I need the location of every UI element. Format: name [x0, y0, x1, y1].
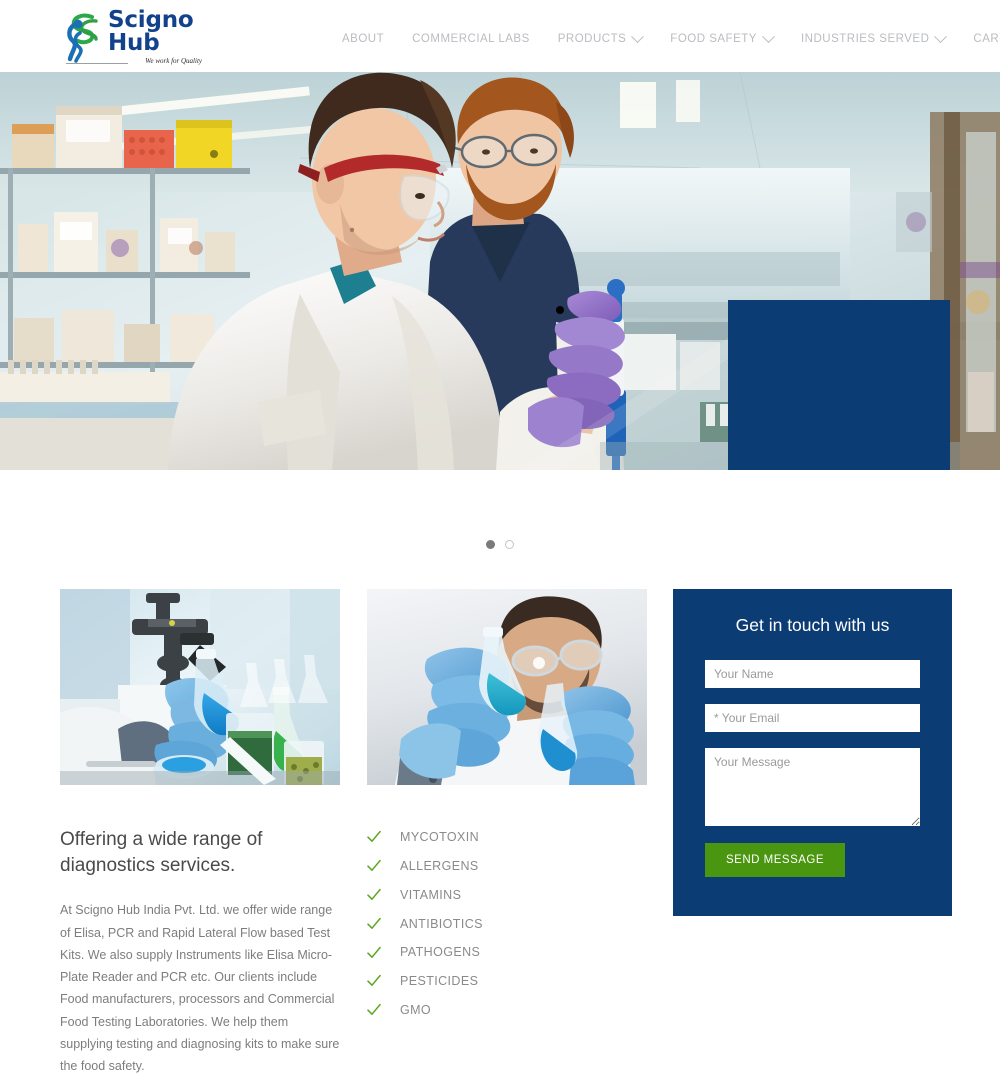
dna-helix-person-icon: [62, 11, 106, 63]
services-image: [60, 589, 340, 785]
email-input[interactable]: [705, 704, 920, 732]
chevron-down-icon: [934, 29, 948, 43]
main-navigation: ABOUT COMMERCIAL LABS PRODUCTS FOOD SAFE…: [328, 29, 1000, 49]
test-tube-icon: [754, 322, 924, 470]
list-item: PATHOGENS: [367, 938, 647, 967]
nav-item-industries-served[interactable]: INDUSTRIES SERVED: [787, 29, 959, 49]
check-icon: [367, 1003, 381, 1017]
name-input[interactable]: [705, 660, 920, 688]
list-item-label: PATHOGENS: [400, 945, 481, 960]
contact-column: Get in touch with us SEND MESSAGE: [673, 589, 952, 916]
contact-form: Get in touch with us SEND MESSAGE: [673, 589, 952, 916]
check-icon: [367, 859, 381, 873]
nav-item-products[interactable]: PRODUCTS: [544, 29, 657, 49]
list-item-label: ALLERGENS: [400, 858, 479, 873]
list-item: VITAMINS: [367, 881, 647, 910]
contact-form-title: Get in touch with us: [735, 615, 890, 635]
list-item: PESTICIDES: [367, 967, 647, 996]
list-item: GMO: [367, 996, 647, 1025]
nav-label: FOOD SAFETY: [670, 33, 757, 45]
nav-label: INDUSTRIES SERVED: [800, 33, 930, 45]
product-check-list: MYCOTOXIN ALLERGENS VITAMINS ANTIBIOTICS: [367, 823, 647, 1025]
hero-banner: FOOD SAFETY TESTING SOLUTION KITS We pro…: [0, 72, 1000, 470]
services-title: Offering a wide range of diagnostics ser…: [60, 829, 263, 877]
message-input[interactable]: [705, 748, 920, 826]
chevron-down-icon: [762, 29, 775, 43]
site-logo[interactable]: Scigno Hub We work for Quality: [62, 8, 202, 66]
products-image: [367, 589, 647, 785]
list-item-label: MYCOTOXIN: [400, 830, 480, 845]
logo-wordmark: Scigno Hub: [108, 7, 194, 56]
list-item: MYCOTOXIN: [367, 823, 647, 852]
list-item-label: PESTICIDES: [400, 974, 479, 989]
site-header: Scigno Hub We work for Quality ABOUT COM…: [0, 0, 1000, 72]
carousel-dot-2[interactable]: [505, 540, 514, 549]
hero-info-card: FOOD SAFETY TESTING SOLUTION KITS We pro…: [728, 300, 950, 470]
logo-underline: [66, 63, 128, 64]
nav-item-about[interactable]: ABOUT: [328, 29, 398, 49]
carousel-pagination: [0, 540, 1000, 549]
carousel-dot-1[interactable]: [486, 540, 495, 549]
check-icon: [367, 946, 381, 960]
check-icon: [367, 974, 381, 988]
send-message-button[interactable]: SEND MESSAGE: [705, 843, 846, 877]
check-icon: [367, 830, 381, 844]
check-icon: [367, 917, 381, 931]
chevron-down-icon: [631, 29, 645, 43]
check-icon: [367, 888, 381, 902]
products-column: MYCOTOXIN ALLERGENS VITAMINS ANTIBIOTICS: [367, 589, 647, 1025]
nav-label: PRODUCTS: [557, 33, 627, 45]
list-item-label: VITAMINS: [400, 887, 462, 902]
nav-item-career[interactable]: CAREER: [959, 29, 1000, 49]
nav-item-food-safety[interactable]: FOOD SAFETY: [656, 29, 787, 49]
nav-label: CAREER: [973, 33, 1000, 45]
list-item: ANTIBIOTICS: [367, 909, 647, 938]
services-body: At Scigno Hub India Pvt. Ltd. we offer w…: [60, 903, 340, 1074]
list-item: ALLERGENS: [367, 852, 647, 881]
list-item-label: GMO: [400, 1002, 432, 1017]
nav-item-commercial-labs[interactable]: COMMERCIAL LABS: [398, 29, 544, 49]
list-item-label: ANTIBIOTICS: [400, 916, 483, 931]
services-column: Offering a wide range of diagnostics ser…: [60, 589, 340, 1077]
nav-label: COMMERCIAL LABS: [412, 33, 530, 45]
nav-label: ABOUT: [342, 33, 385, 45]
